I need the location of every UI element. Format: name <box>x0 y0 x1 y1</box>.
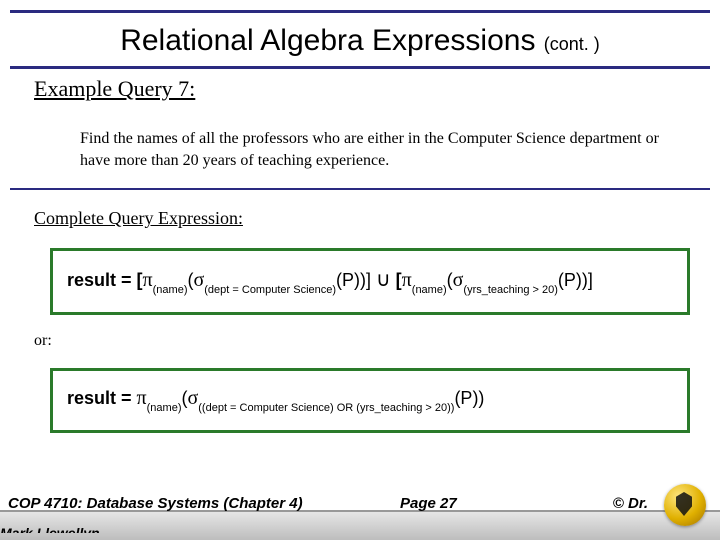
rule-top <box>10 10 710 13</box>
footer: COP 4710: Database Systems (Chapter 4) P… <box>0 462 720 540</box>
expr2-lead: result = <box>67 388 137 408</box>
expr1-tail2: (P))] <box>558 270 593 290</box>
expression-2: result = π(name)(σ((dept = Computer Scie… <box>67 388 484 408</box>
footer-course: COP 4710: Database Systems (Chapter 4) <box>8 495 303 512</box>
expression-1: result = [π(name)(σ(dept = Computer Scie… <box>67 270 593 290</box>
pi-symbol-3: π <box>137 387 147 409</box>
slide-title: Relational Algebra Expressions (cont. ) <box>0 24 720 58</box>
school-logo-icon <box>664 484 706 526</box>
title-main: Relational Algebra Expressions <box>120 24 544 57</box>
slide: Relational Algebra Expressions (cont. ) … <box>0 0 720 540</box>
sigma3-sub: ((dept = Computer Science) OR (yrs_teach… <box>198 402 454 414</box>
sigma-symbol: σ <box>193 269 204 291</box>
footer-gradient <box>0 510 720 540</box>
sigma-symbol-3: σ <box>187 387 198 409</box>
expr2-tail: (P)) <box>454 388 484 408</box>
pi1-sub: (name) <box>153 284 188 296</box>
pi-symbol: π <box>143 269 153 291</box>
title-cont: (cont. ) <box>544 34 600 54</box>
sigma2-sub: (yrs_teaching > 20) <box>463 284 557 296</box>
union-symbol: ∪ <box>376 269 391 291</box>
footer-page: Page 27 <box>400 495 457 512</box>
expression-box-1: result = [π(name)(σ(dept = Computer Scie… <box>50 248 690 315</box>
expr1-tail1: (P))] <box>336 270 376 290</box>
example-heading: Example Query 7: <box>34 76 195 102</box>
footer-copyright: © Dr. <box>613 495 648 512</box>
complete-expr-label: Complete Query Expression: <box>34 208 243 229</box>
rule-below-title <box>10 66 710 69</box>
sigma-symbol-2: σ <box>453 269 464 291</box>
sigma1-sub: (dept = Computer Science) <box>204 284 336 296</box>
expr1-lead: result = [ <box>67 270 143 290</box>
pi3-sub: (name) <box>147 402 182 414</box>
or-label: or: <box>34 332 52 350</box>
expr1-mid: [ <box>391 270 402 290</box>
pi-symbol-2: π <box>402 269 412 291</box>
problem-statement: Find the names of all the professors who… <box>80 128 660 171</box>
expression-box-2: result = π(name)(σ((dept = Computer Scie… <box>50 368 690 433</box>
pi2-sub: (name) <box>412 284 447 296</box>
rule-mid <box>10 188 710 190</box>
